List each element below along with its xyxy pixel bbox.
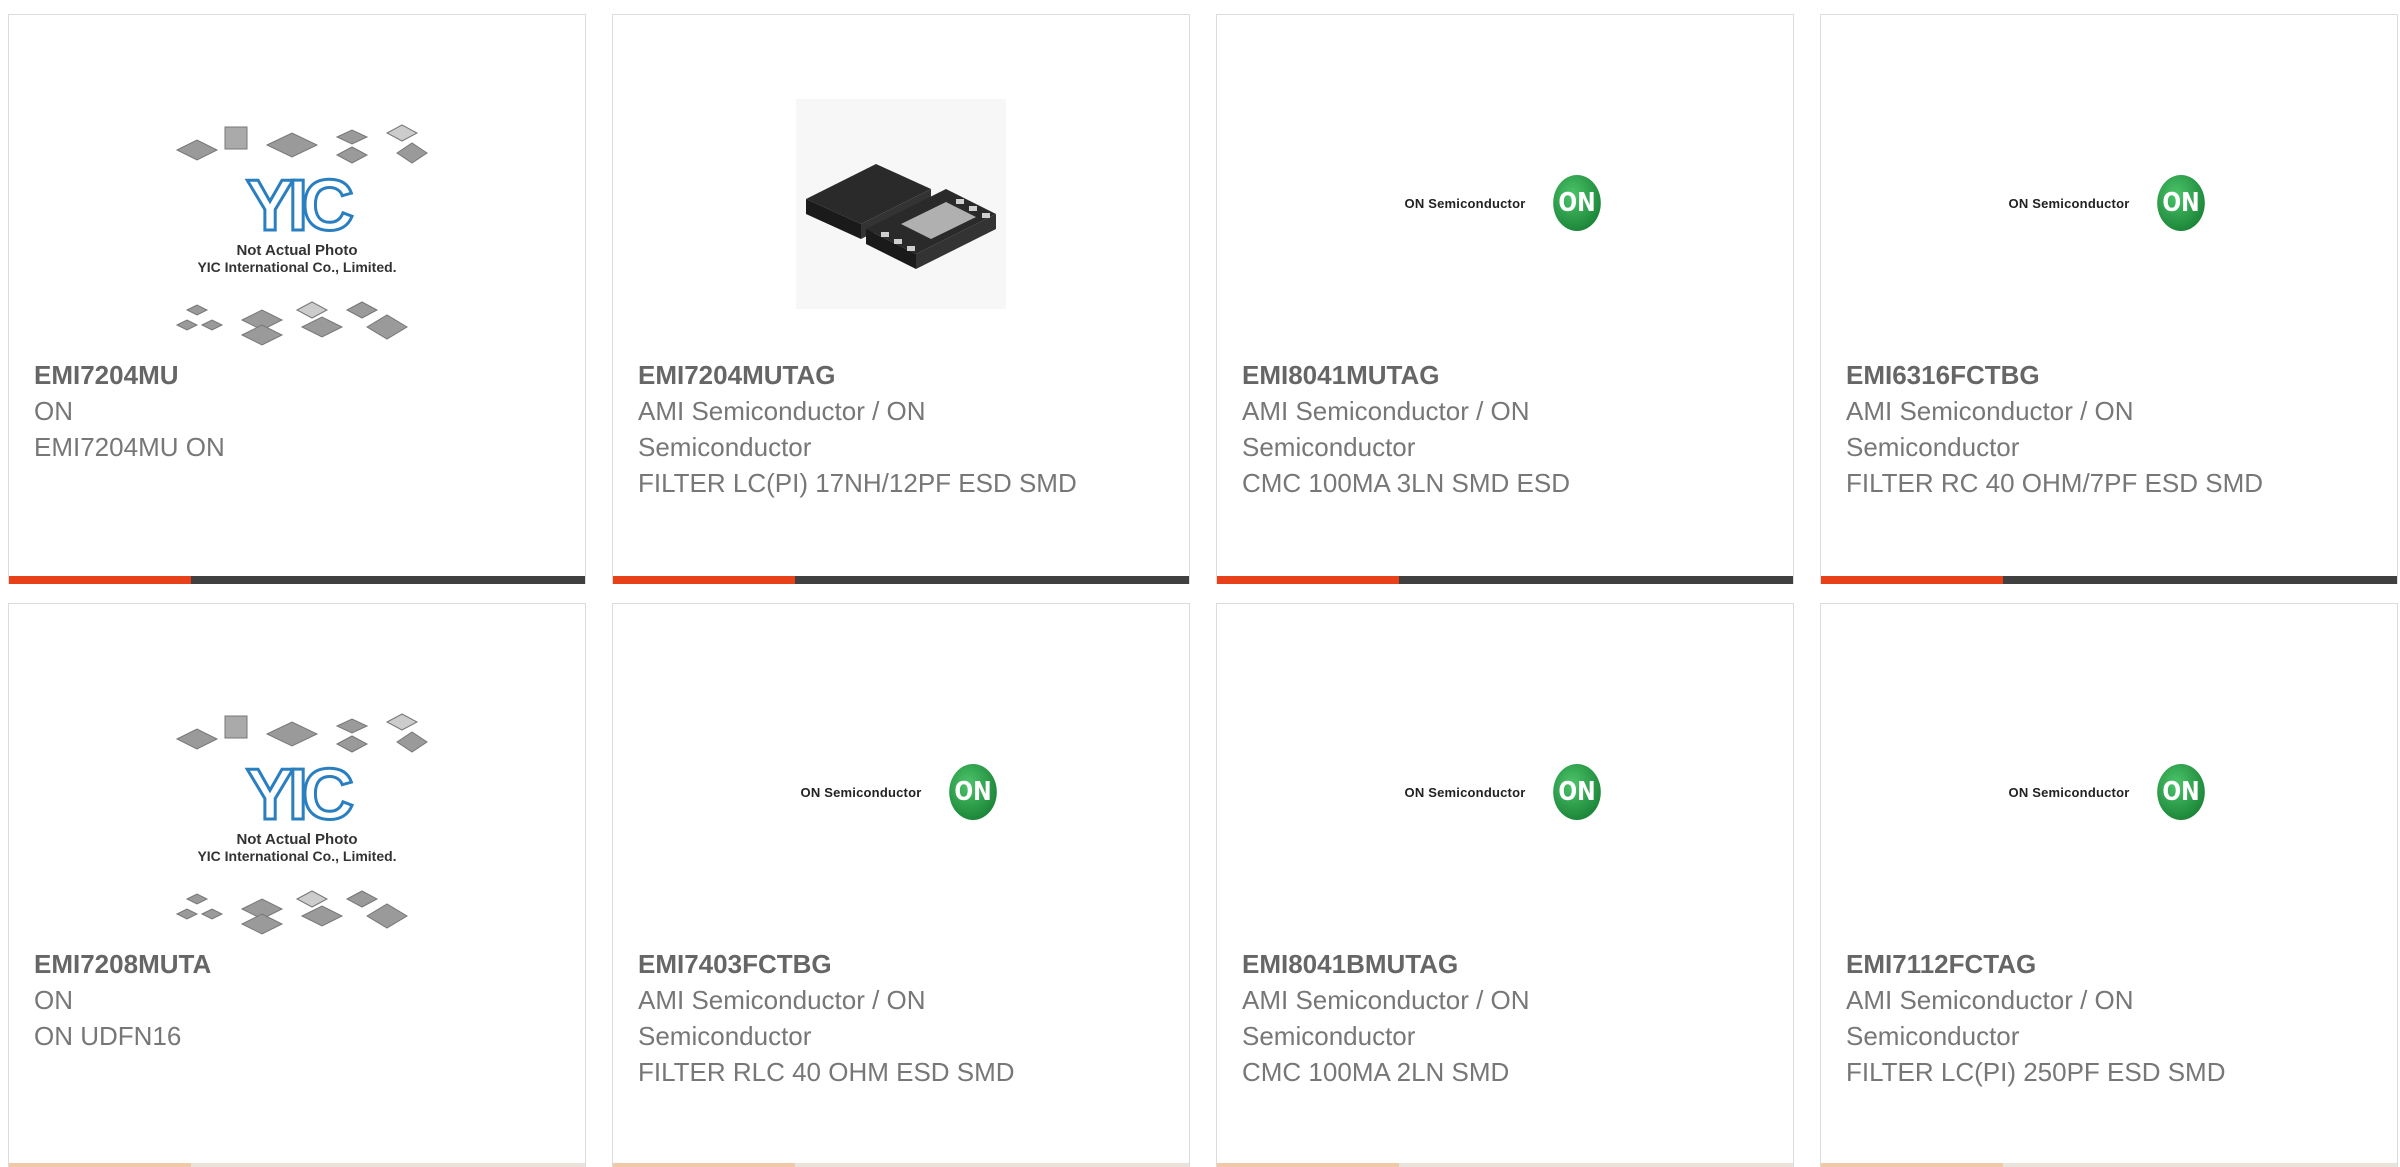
product-card[interactable]: ON Semiconductor ON EMI6316FCTBG AMI Sem… — [1820, 14, 2398, 584]
on-logo-text: ON Semiconductor — [800, 784, 922, 800]
product-card[interactable]: ON Semiconductor ON EMI8041MUTAG AMI Sem… — [1216, 14, 1794, 584]
part-number[interactable]: EMI8041BMUTAG — [1242, 946, 1768, 982]
part-number[interactable]: EMI7208MUTA — [34, 946, 560, 982]
on-logo-text: ON Semiconductor — [2008, 195, 2130, 211]
card-footer-bar — [1821, 576, 2397, 584]
product-image[interactable]: YIC Not Actual Photo YIC International C… — [9, 75, 585, 355]
manufacturer: AMI Semiconductor / ON Semiconductor — [1846, 985, 2134, 1051]
product-image[interactable]: YIC Not Actual Photo YIC International C… — [9, 664, 585, 944]
part-number[interactable]: EMI7112FCTAG — [1846, 946, 2372, 982]
card-accent — [1821, 1163, 2003, 1167]
description: FILTER RLC 40 OHM ESD SMD — [638, 1057, 1015, 1087]
yic-placeholder-image: YIC Not Actual Photo YIC International C… — [175, 713, 428, 935]
description: FILTER LC(PI) 17NH/12PF ESD SMD — [638, 468, 1077, 498]
part-number[interactable]: EMI6316FCTBG — [1846, 357, 2372, 393]
yic-caption-1: Not Actual Photo — [236, 242, 357, 259]
on-logo-badge: ON — [949, 764, 998, 820]
product-card[interactable]: ON Semiconductor ON EMI7403FCTBG AMI Sem… — [612, 603, 1190, 1167]
description: FILTER LC(PI) 250PF ESD SMD — [1846, 1057, 2226, 1087]
product-card[interactable]: EMI7204MUTAG AMI Semiconductor / ON Semi… — [612, 14, 1190, 584]
product-image[interactable] — [613, 75, 1189, 355]
product-image[interactable]: ON Semiconductor ON — [1821, 75, 2397, 355]
card-accent — [1217, 1163, 1399, 1167]
part-number[interactable]: EMI7403FCTBG — [638, 946, 1164, 982]
card-footer-bar — [613, 576, 1189, 584]
on-logo-badge: ON — [2157, 175, 2206, 231]
on-semiconductor-logo: ON Semiconductor ON — [1405, 175, 1606, 231]
on-logo-badge: ON — [1553, 764, 1602, 820]
product-card[interactable]: YIC Not Actual Photo YIC International C… — [8, 603, 586, 1167]
description: ON UDFN16 — [34, 1021, 182, 1051]
on-logo-badge: ON — [2157, 764, 2206, 820]
card-accent — [613, 1163, 795, 1167]
yic-caption-1: Not Actual Photo — [236, 831, 357, 848]
on-logo-text: ON Semiconductor — [1404, 784, 1526, 800]
part-number[interactable]: EMI7204MU — [34, 357, 560, 393]
card-accent — [1217, 576, 1399, 584]
manufacturer: AMI Semiconductor / ON Semiconductor — [1846, 396, 2134, 462]
manufacturer: AMI Semiconductor / ON Semiconductor — [1242, 985, 1530, 1051]
manufacturer: ON — [34, 396, 73, 426]
product-image[interactable]: ON Semiconductor ON — [1217, 75, 1793, 355]
card-footer-bar — [1217, 576, 1793, 584]
on-semiconductor-logo: ON Semiconductor ON — [2009, 764, 2210, 820]
card-accent — [1821, 576, 2003, 584]
product-card[interactable]: YIC Not Actual Photo YIC International C… — [8, 14, 586, 584]
card-footer-bar — [9, 576, 585, 584]
card-footer-bar — [1217, 1163, 1793, 1167]
svg-text:YIC: YIC — [246, 755, 353, 835]
product-image[interactable]: ON Semiconductor ON — [1217, 664, 1793, 944]
on-logo-text: ON Semiconductor — [1404, 195, 1526, 211]
on-logo-badge: ON — [1553, 175, 1602, 231]
part-number[interactable]: EMI8041MUTAG — [1242, 357, 1768, 393]
product-image[interactable]: ON Semiconductor ON — [613, 664, 1189, 944]
card-accent — [613, 576, 795, 584]
card-accent — [9, 576, 191, 584]
description: FILTER RC 40 OHM/7PF ESD SMD — [1846, 468, 2264, 498]
on-semiconductor-logo: ON Semiconductor ON — [2009, 175, 2210, 231]
chip-photo-image — [796, 99, 1006, 309]
svg-text:YIC: YIC — [246, 166, 353, 246]
manufacturer: AMI Semiconductor / ON Semiconductor — [1242, 396, 1530, 462]
yic-placeholder-image: YIC Not Actual Photo YIC International C… — [175, 124, 428, 346]
on-semiconductor-logo: ON Semiconductor ON — [801, 764, 1002, 820]
on-logo-text: ON Semiconductor — [2008, 784, 2130, 800]
product-card[interactable]: ON Semiconductor ON EMI7112FCTAG AMI Sem… — [1820, 603, 2398, 1167]
card-footer-bar — [613, 1163, 1189, 1167]
card-footer-bar — [9, 1163, 585, 1167]
part-number[interactable]: EMI7204MUTAG — [638, 357, 1164, 393]
yic-caption-2: YIC International Co., Limited. — [197, 848, 396, 864]
description: CMC 100MA 2LN SMD — [1242, 1057, 1510, 1087]
manufacturer: ON — [34, 985, 73, 1015]
description: CMC 100MA 3LN SMD ESD — [1242, 468, 1570, 498]
card-accent — [9, 1163, 191, 1167]
description: EMI7204MU ON — [34, 432, 225, 462]
yic-caption-2: YIC International Co., Limited. — [197, 259, 396, 275]
manufacturer: AMI Semiconductor / ON Semiconductor — [638, 396, 926, 462]
card-footer-bar — [1821, 1163, 2397, 1167]
product-image[interactable]: ON Semiconductor ON — [1821, 664, 2397, 944]
on-semiconductor-logo: ON Semiconductor ON — [1405, 764, 1606, 820]
product-card[interactable]: ON Semiconductor ON EMI8041BMUTAG AMI Se… — [1216, 603, 1794, 1167]
manufacturer: AMI Semiconductor / ON Semiconductor — [638, 985, 926, 1051]
